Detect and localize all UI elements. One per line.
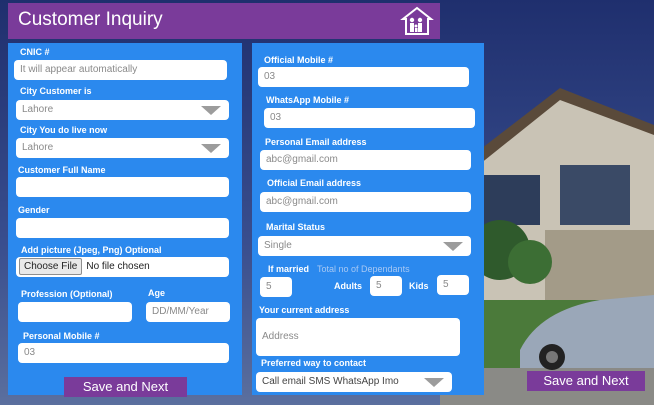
address-input[interactable]: Address (256, 318, 460, 356)
contact-pref-value: Call email SMS WhatsApp Imo (262, 376, 399, 387)
outer-save-next-button[interactable]: Save and Next (527, 371, 645, 391)
whatsapp-mobile-input[interactable]: 03 (264, 108, 475, 128)
adults-label: Adults (334, 281, 362, 291)
gender-input[interactable] (16, 218, 229, 238)
picture-file-input[interactable]: Choose File No file chosen (16, 257, 229, 277)
personal-email-label: Personal Email address (265, 137, 367, 147)
kids-label: Kids (409, 281, 429, 291)
adults-input[interactable]: 5 (370, 276, 402, 296)
page-title: Customer Inquiry (18, 9, 163, 30)
kids-input[interactable]: 5 (437, 275, 469, 295)
picture-label: Add picture (Jpeg, Png) Optional (21, 245, 162, 255)
header-bar: Customer Inquiry (8, 3, 440, 39)
city-live-select[interactable]: Lahore (16, 138, 229, 158)
profession-input[interactable] (18, 302, 132, 322)
personal-email-input[interactable]: abc@gmail.com (260, 150, 471, 170)
official-email-label: Official Email address (267, 178, 362, 188)
official-email-input[interactable]: abc@gmail.com (260, 192, 471, 212)
marital-status-value: Single (264, 240, 292, 251)
profession-label: Profession (Optional) (21, 289, 113, 299)
city-customer-value: Lahore (22, 104, 54, 115)
age-input[interactable]: DD/MM/Year (146, 302, 230, 322)
whatsapp-mobile-label: WhatsApp Mobile # (266, 95, 349, 105)
choose-file-button[interactable]: Choose File (19, 258, 83, 275)
total-dependants-input[interactable]: 5 (260, 277, 292, 297)
family-house-icon (400, 6, 434, 36)
official-mobile-label: Official Mobile # (264, 55, 334, 65)
if-married-label: If married (268, 264, 310, 274)
dependants-sublabel: Total no of Dependants (317, 264, 410, 274)
file-status: No file chosen (86, 261, 150, 272)
city-live-value: Lahore (22, 142, 54, 153)
official-mobile-input[interactable]: 03 (258, 67, 469, 87)
city-customer-label: City Customer is (20, 86, 92, 96)
cnic-input[interactable]: It will appear automatically (14, 60, 227, 80)
contact-pref-select[interactable]: Call email SMS WhatsApp Imo (256, 372, 452, 392)
age-label: Age (148, 288, 166, 298)
save-next-button[interactable]: Save and Next (64, 377, 187, 397)
city-live-label: City You do live now (20, 125, 108, 135)
full-name-label: Customer Full Name (18, 165, 106, 175)
personal-mobile-input[interactable]: 03 (18, 343, 229, 363)
contact-pref-label: Preferred way to contact (261, 358, 367, 368)
chevron-down-icon (201, 106, 221, 115)
chevron-down-icon (201, 144, 221, 153)
address-label: Your current address (259, 305, 350, 315)
full-name-input[interactable] (16, 177, 229, 197)
gender-label: Gender (18, 205, 50, 215)
cnic-label: CNIC # (20, 47, 50, 57)
marital-status-select[interactable]: Single (258, 236, 471, 256)
chevron-down-icon (424, 378, 444, 387)
chevron-down-icon (443, 242, 463, 251)
personal-mobile-label: Personal Mobile # (23, 331, 100, 341)
city-customer-select[interactable]: Lahore (16, 100, 229, 120)
marital-status-label: Marital Status (266, 222, 326, 232)
